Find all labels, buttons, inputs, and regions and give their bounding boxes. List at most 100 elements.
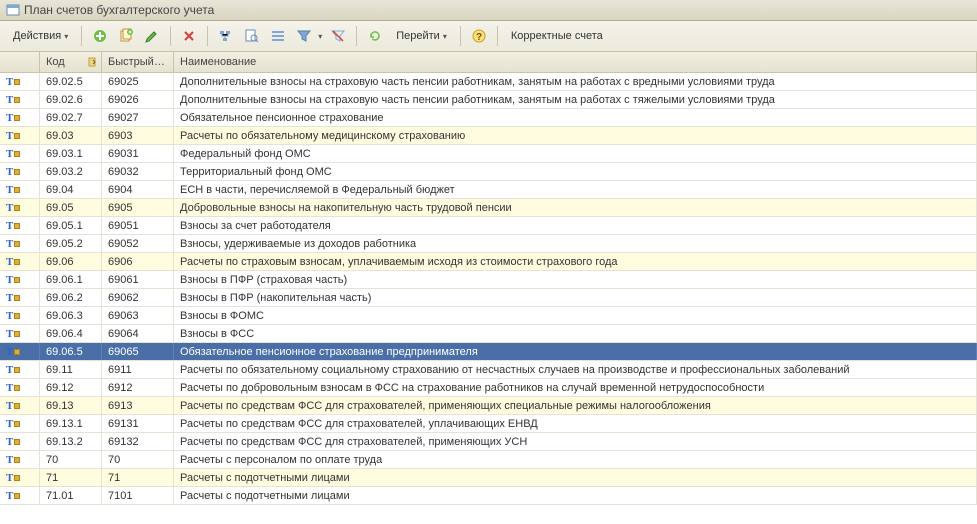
table-row[interactable]: T7070Расчеты с персоналом по оплате труд… <box>0 451 977 469</box>
row-icon-cell: T <box>0 487 40 504</box>
table-row[interactable]: T69.02.669026Дополнительные взносы на ст… <box>0 91 977 109</box>
table-row[interactable]: T69.116911Расчеты по обязательному социа… <box>0 361 977 379</box>
row-name: Обязательное пенсионное страхование пред… <box>174 343 977 360</box>
hierarchy-button[interactable] <box>214 25 238 47</box>
row-name: Взносы за счет работодателя <box>174 217 977 234</box>
row-quick: 6903 <box>102 127 174 144</box>
row-name: Расчеты по средствам ФСС для страховател… <box>174 415 977 432</box>
row-quick: 69026 <box>102 91 174 108</box>
row-code: 69.05.1 <box>40 217 102 234</box>
account-icon: T <box>6 256 20 268</box>
row-quick: 69062 <box>102 289 174 306</box>
account-icon: T <box>6 454 20 466</box>
list-button[interactable] <box>266 25 290 47</box>
table-row[interactable]: T69.13.169131Расчеты по средствам ФСС дл… <box>0 415 977 433</box>
table-row[interactable]: T69.06.469064Взносы в ФСС <box>0 325 977 343</box>
table-row[interactable]: T69.066906Расчеты по страховым взносам, … <box>0 253 977 271</box>
row-code: 69.11 <box>40 361 102 378</box>
delete-button[interactable] <box>177 25 201 47</box>
table-row[interactable]: T69.126912Расчеты по добровольным взноса… <box>0 379 977 397</box>
row-quick: 69032 <box>102 163 174 180</box>
row-name: Взносы, удерживаемые из доходов работник… <box>174 235 977 252</box>
row-name: Расчеты по обязательному медицинскому ст… <box>174 127 977 144</box>
row-icon-cell: T <box>0 343 40 360</box>
grid: Код Быстрый… Наименование T69.02.569025Д… <box>0 52 977 505</box>
filter-dropdown[interactable]: ▾ <box>316 32 324 41</box>
row-icon-cell: T <box>0 181 40 198</box>
row-name: Взносы в ПФР (страховая часть) <box>174 271 977 288</box>
table-row[interactable]: T69.05.269052Взносы, удерживаемые из дох… <box>0 235 977 253</box>
row-name: Расчеты по средствам ФСС для страховател… <box>174 397 977 414</box>
table-row[interactable]: T71.017101Расчеты с подотчетными лицами <box>0 487 977 505</box>
row-name: Расчеты по страховым взносам, уплачиваем… <box>174 253 977 270</box>
table-row[interactable]: T69.06.569065Обязательное пенсионное стр… <box>0 343 977 361</box>
table-row[interactable]: T69.02.769027Обязательное пенсионное стр… <box>0 109 977 127</box>
row-code: 69.04 <box>40 181 102 198</box>
row-quick: 6905 <box>102 199 174 216</box>
row-code: 69.06 <box>40 253 102 270</box>
row-quick: 6913 <box>102 397 174 414</box>
row-quick: 69063 <box>102 307 174 324</box>
table-row[interactable]: T69.02.569025Дополнительные взносы на ст… <box>0 73 977 91</box>
grid-body: T69.02.569025Дополнительные взносы на ст… <box>0 73 977 505</box>
column-code-label: Код <box>46 56 65 68</box>
row-icon-cell: T <box>0 73 40 90</box>
column-header-icon[interactable] <box>0 52 40 72</box>
table-row[interactable]: T69.06.369063Взносы в ФОМС <box>0 307 977 325</box>
account-icon: T <box>6 238 20 250</box>
row-icon-cell: T <box>0 289 40 306</box>
filter-off-button[interactable] <box>326 25 350 47</box>
row-code: 69.06.2 <box>40 289 102 306</box>
filter-button[interactable] <box>292 25 316 47</box>
row-code: 69.05 <box>40 199 102 216</box>
refresh-button[interactable] <box>363 25 387 47</box>
table-row[interactable]: T69.03.269032Территориальный фонд ОМС <box>0 163 977 181</box>
account-icon: T <box>6 148 20 160</box>
row-name: Добровольные взносы на накопительную час… <box>174 199 977 216</box>
table-row[interactable]: T69.06.269062Взносы в ПФР (накопительная… <box>0 289 977 307</box>
row-code: 69.06.1 <box>40 271 102 288</box>
row-icon-cell: T <box>0 127 40 144</box>
add-copy-button[interactable] <box>114 25 138 47</box>
edit-button[interactable] <box>140 25 164 47</box>
row-name: ЕСН в части, перечисляемой в Федеральный… <box>174 181 977 198</box>
row-quick: 70 <box>102 451 174 468</box>
row-icon-cell: T <box>0 451 40 468</box>
column-header-quick[interactable]: Быстрый… <box>102 52 174 72</box>
table-row[interactable]: T69.136913Расчеты по средствам ФСС для с… <box>0 397 977 415</box>
row-icon-cell: T <box>0 469 40 486</box>
add-button[interactable] <box>88 25 112 47</box>
row-icon-cell: T <box>0 379 40 396</box>
row-icon-cell: T <box>0 91 40 108</box>
find-button[interactable] <box>240 25 264 47</box>
row-quick: 69065 <box>102 343 174 360</box>
account-icon: T <box>6 184 20 196</box>
account-icon: T <box>6 220 20 232</box>
actions-menu[interactable]: Действия ▾ <box>6 25 75 47</box>
separator <box>81 26 82 46</box>
table-row[interactable]: T69.06.169061Взносы в ПФР (страховая час… <box>0 271 977 289</box>
row-name: Федеральный фонд ОМС <box>174 145 977 162</box>
column-header-code[interactable]: Код <box>40 52 102 72</box>
grid-header: Код Быстрый… Наименование <box>0 52 977 73</box>
separator <box>356 26 357 46</box>
table-row[interactable]: T69.13.269132Расчеты по средствам ФСС дл… <box>0 433 977 451</box>
help-button[interactable]: ? <box>467 25 491 47</box>
table-row[interactable]: T69.036903Расчеты по обязательному медиц… <box>0 127 977 145</box>
correct-accounts-button[interactable]: Корректные счета <box>504 25 610 47</box>
account-icon: T <box>6 328 20 340</box>
account-icon: T <box>6 130 20 142</box>
row-name: Расчеты с подотчетными лицами <box>174 469 977 486</box>
table-row[interactable]: T69.05.169051Взносы за счет работодателя <box>0 217 977 235</box>
table-row[interactable]: T7171Расчеты с подотчетными лицами <box>0 469 977 487</box>
table-row[interactable]: T69.046904ЕСН в части, перечисляемой в Ф… <box>0 181 977 199</box>
svg-text:?: ? <box>476 32 482 43</box>
goto-menu[interactable]: Перейти ▾ <box>389 25 454 47</box>
table-row[interactable]: T69.056905Добровольные взносы на накопит… <box>0 199 977 217</box>
row-name: Взносы в ФСС <box>174 325 977 342</box>
row-code: 69.02.6 <box>40 91 102 108</box>
column-header-name[interactable]: Наименование <box>174 52 977 72</box>
account-icon: T <box>6 364 20 376</box>
table-row[interactable]: T69.03.169031Федеральный фонд ОМС <box>0 145 977 163</box>
account-icon: T <box>6 472 20 484</box>
